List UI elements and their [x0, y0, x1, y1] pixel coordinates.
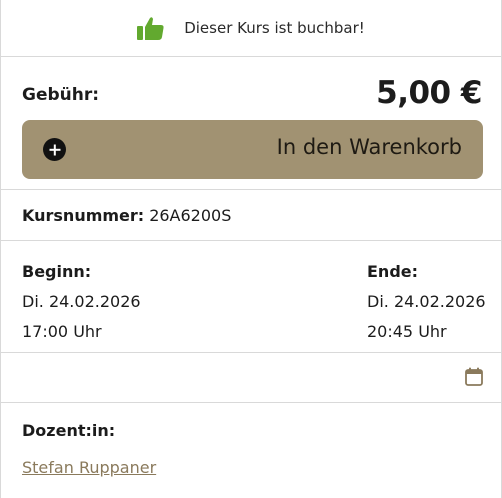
price-section: Gebühr: 5,00 € In den Warenkorb [1, 57, 501, 190]
course-booking-card: Dieser Kurs ist buchbar! Gebühr: 5,00 € … [0, 0, 502, 498]
course-number-section: Kursnummer: 26A6200S [1, 190, 501, 241]
fee-value: 5,00 € [376, 75, 482, 111]
thumbs-up-icon [137, 17, 164, 40]
course-number-label: Kursnummer: [22, 205, 145, 225]
schedule-section: Beginn: Di. 24.02.2026 17:00 Uhr Ende: D… [1, 241, 501, 353]
teacher-section: Dozent:in: Stefan Ruppaner [1, 403, 501, 498]
calendar-icon[interactable] [465, 367, 483, 386]
teacher-label: Dozent:in: [22, 421, 116, 440]
end-date: Di. 24.02.2026 [367, 292, 486, 311]
begin-date: Di. 24.02.2026 [22, 292, 141, 311]
availability-text: Dieser Kurs ist buchbar! [184, 19, 365, 37]
calendar-section [1, 353, 501, 403]
course-number-value: 26A6200S [149, 205, 232, 225]
add-to-cart-button[interactable]: In den Warenkorb [22, 120, 483, 179]
plus-circle-icon [43, 138, 66, 161]
availability-section: Dieser Kurs ist buchbar! [1, 0, 501, 57]
begin-column: Beginn: Di. 24.02.2026 17:00 Uhr [22, 257, 141, 347]
begin-label: Beginn: [22, 262, 92, 281]
end-label: Ende: [367, 262, 419, 281]
end-column: Ende: Di. 24.02.2026 20:45 Uhr [367, 257, 486, 347]
teacher-link[interactable]: Stefan Ruppaner [22, 458, 156, 477]
fee-label: Gebühr: [22, 85, 100, 105]
end-time: 20:45 Uhr [367, 322, 447, 341]
add-to-cart-label: In den Warenkorb [276, 135, 462, 159]
begin-time: 17:00 Uhr [22, 322, 102, 341]
